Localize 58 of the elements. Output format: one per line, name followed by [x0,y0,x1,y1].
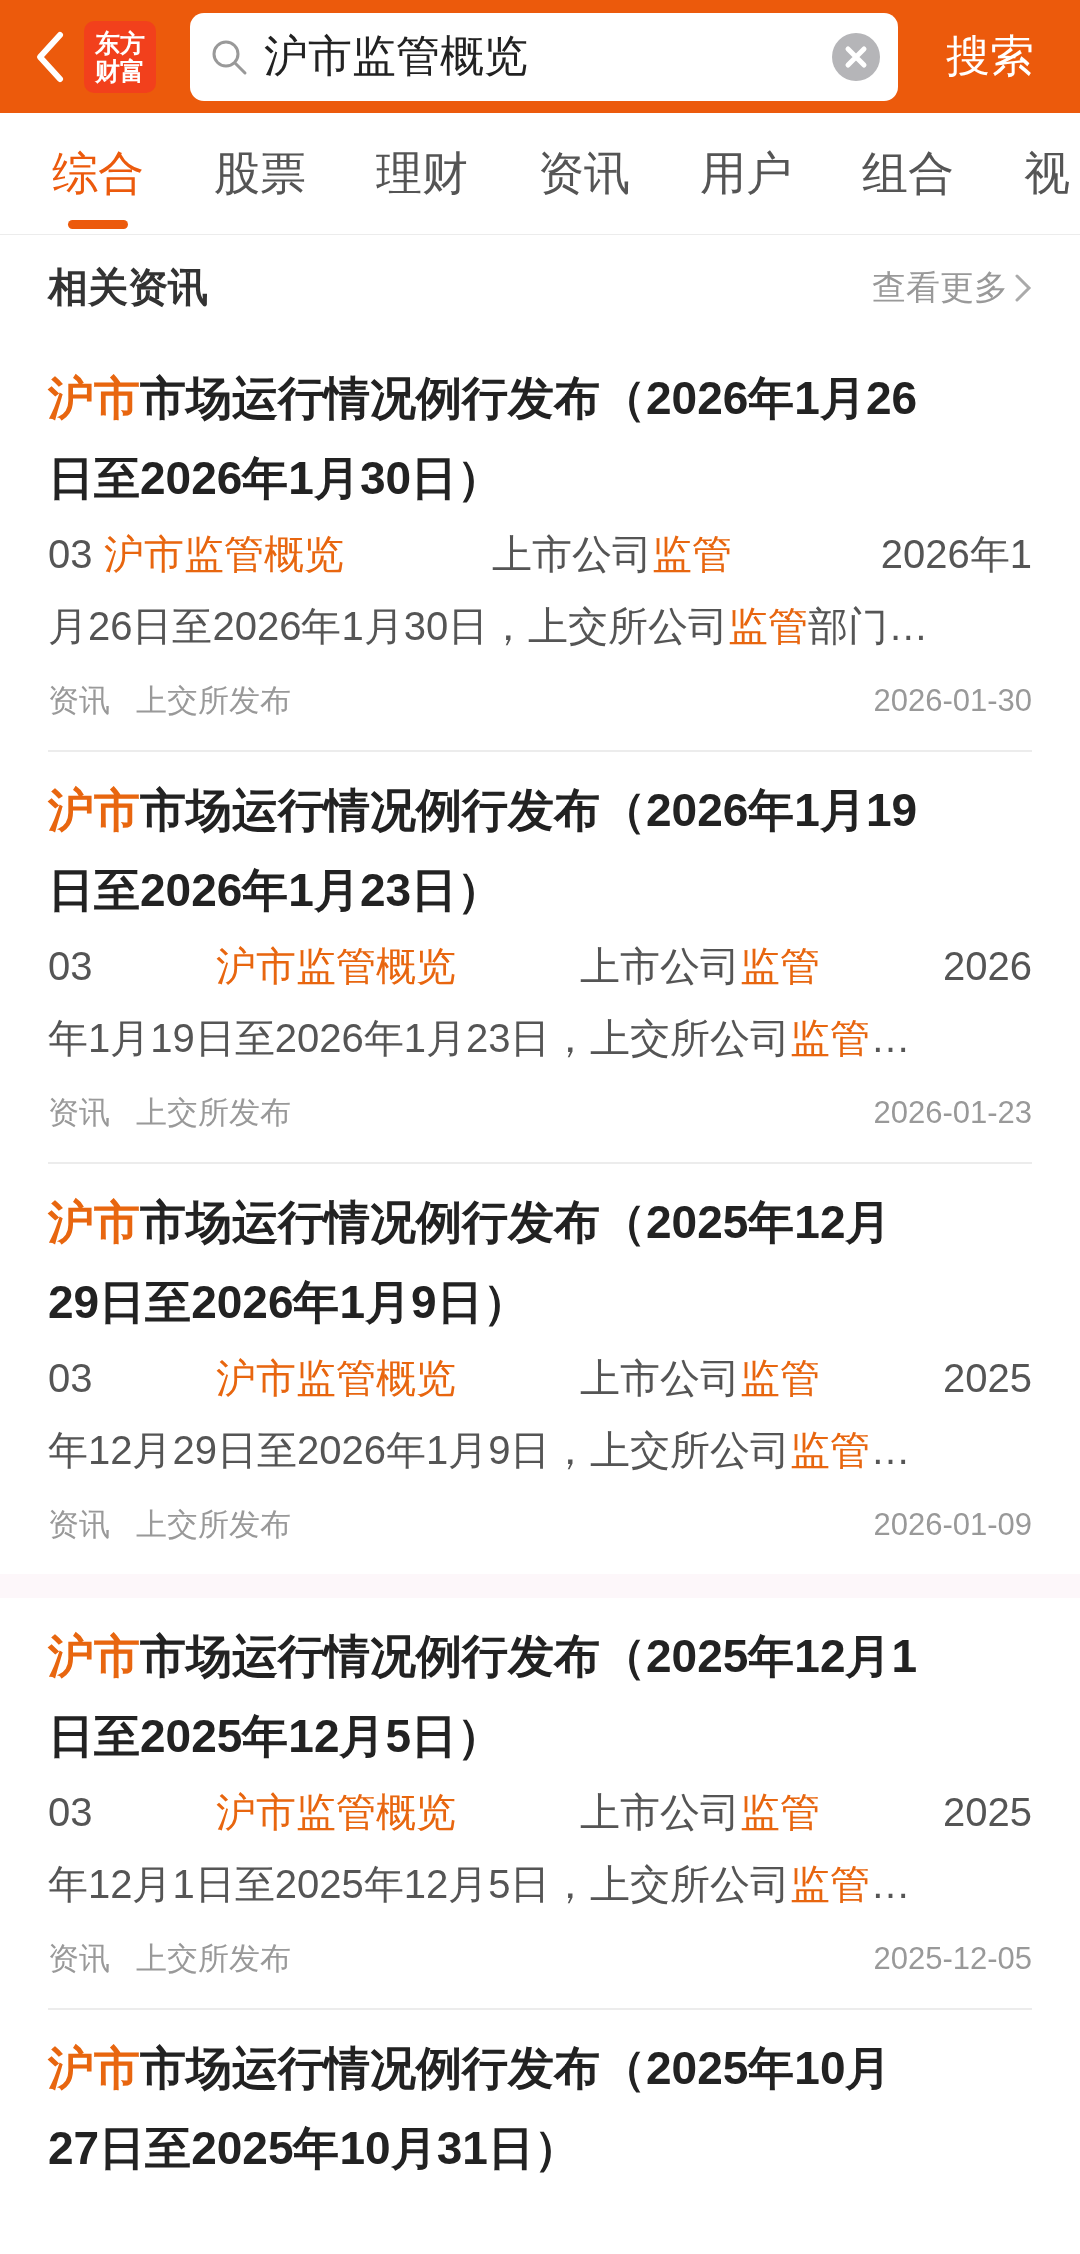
category-tab[interactable]: 理财 [376,113,468,234]
news-date: 2026-01-09 [873,1507,1032,1543]
category-tab[interactable]: 资讯 [538,113,630,234]
snippet-text: 2026 [943,943,1032,990]
category-label: 资讯 [48,1940,110,1978]
news-date: 2025-12-05 [873,1941,1032,1977]
news-title: 日至2026年1月23日） [48,863,505,918]
category-label: 资讯 [48,682,110,720]
news-title: 沪市市场运行情况例行发布（2025年12月 [48,1195,893,1250]
search-field[interactable]: 沪市监管概览 [190,12,898,101]
news-title: 沪市市场运行情况例行发布（2026年1月19 [48,783,919,838]
news-title: 日至2026年1月30日） [48,451,505,506]
news-item[interactable]: 沪市市场运行情况例行发布（2026年1月19 日至2026年1月23日） 03 沪市监管概览 上市公司监管 2026 年1月19日至2026年1月23日，上交所公司监管… 资讯 上交所发布 2026-01-23 [48,752,1032,1164]
app-logo: 东方 财富 [84,20,156,93]
source-label: 上交所发布 [136,1506,291,1544]
news-date: 2026-01-23 [873,1095,1032,1131]
snippet-text: 上市公司监管 [492,531,733,578]
source-label: 上交所发布 [136,1094,291,1132]
snippet-text: 上市公司监管 [579,943,820,990]
snippet-text: 2025 [943,1355,1032,1402]
snippet-text: 沪市监管概览 [216,1355,456,1402]
news-item[interactable]: 沪市市场运行情况例行发布（2025年12月1 日至2025年12月5日） 03 沪市监管概览 上市公司监管 2025 年12月1日至2025年12月5日，上交所公司监管… 资讯 上交所发布 2025-12-05 [48,1598,1032,2010]
source-label: 上交所发布 [136,1940,291,1978]
snippet-text: 年12月1日至2025年12月5日，上交所公司监管… [48,1861,911,1908]
snippet-text: 年1月19日至2026年1月23日，上交所公司监管… [48,1015,911,1062]
category-tab[interactable]: 股票 [214,113,306,234]
news-title: 沪市市场运行情况例行发布（2026年1月26 [48,371,919,426]
category-tab[interactable]: 用户 [700,113,792,234]
news-title: 27日至2025年10月31日） [48,2121,581,2176]
category-label: 资讯 [48,1094,110,1132]
news-title: 29日至2026年1月9日） [48,1275,530,1330]
snippet-text: 03 沪市监管概览 [48,531,344,578]
snippet-text: 2026年1 [880,531,1032,578]
clear-icon[interactable] [832,32,880,81]
chevron-right-icon [1014,272,1032,303]
news-title: 沪市市场运行情况例行发布（2025年12月1 [48,1629,919,1684]
category-tab[interactable]: 组合 [862,113,954,234]
snippet-text: 月26日至2026年1月30日，上交所公司监管部门… [48,603,929,650]
snippet-text: 年12月29日至2026年1月9日，上交所公司监管… [48,1427,911,1474]
source-label: 上交所发布 [136,682,291,720]
snippet-text: 03 [48,1789,93,1836]
category-tab[interactable]: 视 [1024,113,1070,234]
news-item[interactable]: 沪市市场运行情况例行发布（2026年1月26 日至2026年1月30日） 03 沪市监管概览 上市公司监管 2026年1 月26日至2026年1月30日，上交所公司监管部门… 资讯 上交所发布 2026-01-30 [48,340,1032,752]
snippet-text: 上市公司监管 [579,1789,820,1836]
news-item[interactable]: 沪市市场运行情况例行发布（2025年12月 29日至2026年1月9日） 03 沪市监管概览 上市公司监管 2025 年12月29日至2026年1月9日，上交所公司监管… 资讯 上交所发布 2026-01-09 [48,1164,1032,1574]
news-title: 沪市市场运行情况例行发布（2025年10月 [48,2041,893,2096]
section-title: 相关资讯 [48,264,208,311]
snippet-text: 03 [48,1355,93,1402]
search-input[interactable]: 沪市监管概览 [264,31,816,82]
news-item[interactable]: 沪市市场运行情况例行发布（2025年10月 27日至2025年10月31日） [48,2010,1032,2212]
news-title: 日至2025年12月5日） [48,1709,505,1764]
snippet-text: 2025 [943,1789,1032,1836]
snippet-text: 03 [48,943,93,990]
snippet-text: 上市公司监管 [579,1355,820,1402]
news-date: 2026-01-30 [873,683,1032,719]
category-label: 资讯 [48,1506,110,1544]
snippet-text: 沪市监管概览 [216,943,456,990]
snippet-text: 沪市监管概览 [216,1789,456,1836]
